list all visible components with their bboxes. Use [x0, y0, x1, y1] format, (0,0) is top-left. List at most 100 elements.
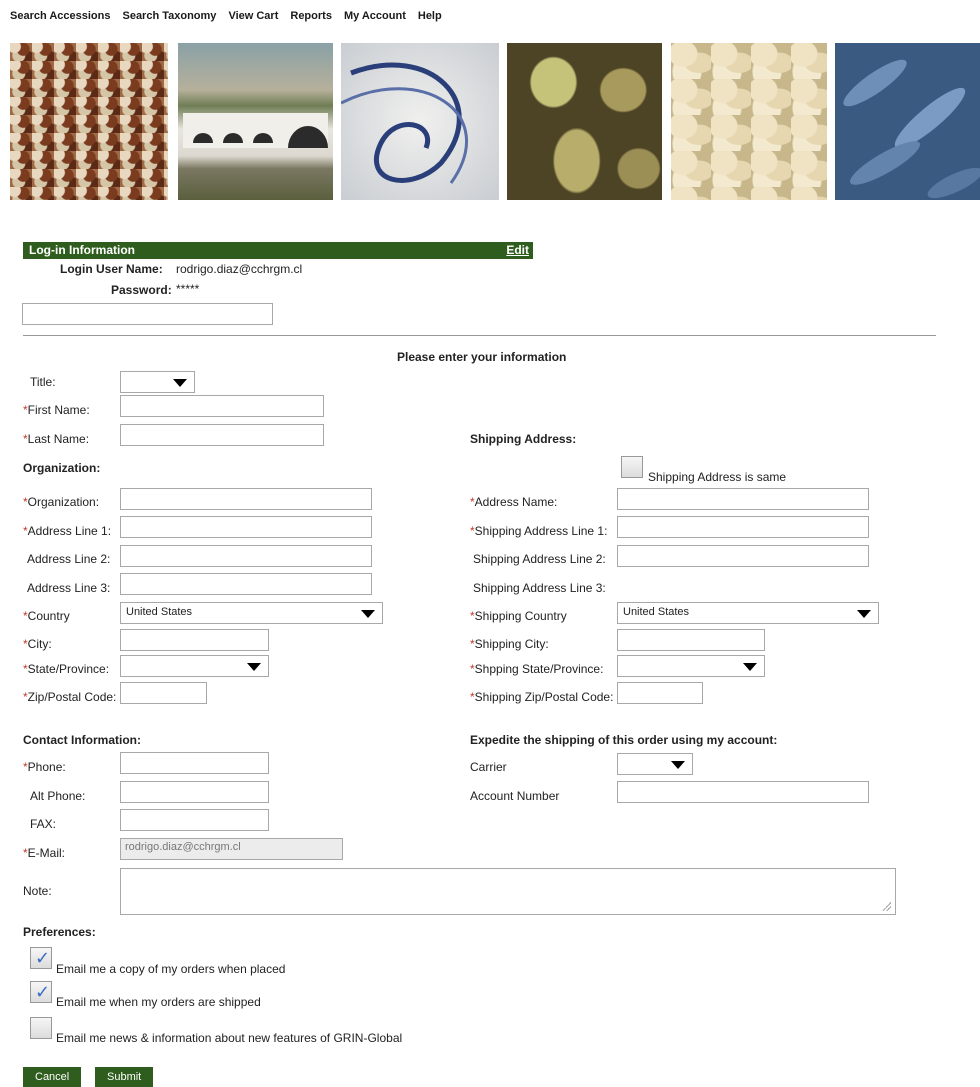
carrier-select[interactable]	[617, 753, 693, 775]
state-label: *State/Province:	[23, 662, 110, 676]
ship-city-input[interactable]	[617, 629, 765, 651]
pref-news-checkbox[interactable]	[30, 1017, 52, 1039]
login-username-value: rodrigo.diaz@cchrgm.cl	[176, 262, 303, 276]
nav-help[interactable]: Help	[418, 10, 442, 28]
login-edit-link[interactable]: Edit	[506, 243, 529, 257]
ship-address-line-2-label: Shipping Address Line 2:	[473, 552, 606, 566]
note-label: Note:	[23, 884, 52, 898]
ship-address-line-1-label: *Shipping Address Line 1:	[470, 524, 608, 538]
login-info-title: Log-in Information	[29, 243, 135, 257]
last-name-label: *Last Name:	[23, 432, 90, 446]
ship-address-line-3-label: Shipping Address Line 3:	[473, 581, 606, 595]
address-line-3-label: Address Line 3:	[27, 581, 111, 595]
ship-address-line-1-input[interactable]	[617, 516, 869, 538]
account-number-label: Account Number	[470, 789, 560, 803]
nav-search-accessions[interactable]: Search Accessions	[10, 10, 110, 28]
ship-country-value: United States	[623, 606, 690, 618]
shipping-same-label: Shipping Address is same	[648, 470, 787, 484]
city-input[interactable]	[120, 629, 269, 651]
alt-phone-input[interactable]	[120, 781, 269, 803]
carrier-label: Carrier	[470, 760, 507, 774]
city-label: *City:	[23, 637, 52, 651]
nav-search-taxonomy[interactable]: Search Taxonomy	[122, 10, 216, 28]
zip-input[interactable]	[120, 682, 207, 704]
ship-address-line-2-input[interactable]	[617, 545, 869, 567]
account-number-input[interactable]	[617, 781, 869, 803]
pref-order-copy-checkbox[interactable]: ✓	[30, 947, 52, 969]
first-name-input[interactable]	[120, 395, 324, 417]
dropdown-arrow-icon	[361, 610, 375, 618]
login-info-header: Log-in Information Edit	[23, 242, 533, 259]
alt-phone-label: Alt Phone:	[30, 789, 86, 803]
cancel-button[interactable]: Cancel	[23, 1067, 82, 1087]
fax-label: FAX:	[30, 817, 57, 831]
dropdown-arrow-icon	[743, 663, 757, 671]
section-divider	[23, 335, 936, 336]
ship-zip-label: *Shipping Zip/Postal Code:	[470, 690, 614, 704]
submit-button[interactable]: Submit	[95, 1067, 154, 1087]
address-line-2-input[interactable]	[120, 545, 372, 567]
nav-reports[interactable]: Reports	[290, 10, 332, 28]
login-password-input[interactable]	[22, 303, 273, 325]
address-line-1-input[interactable]	[120, 516, 372, 538]
last-name-input[interactable]	[120, 424, 324, 446]
email-label: *E-Mail:	[23, 846, 66, 860]
title-label: Title:	[30, 375, 56, 389]
pref-order-copy-label: Email me a copy of my orders when placed	[56, 962, 286, 976]
nav-view-cart[interactable]: View Cart	[228, 10, 278, 28]
banner-seeds-image	[10, 43, 168, 200]
phone-input[interactable]	[120, 752, 269, 774]
fax-input[interactable]	[120, 809, 269, 831]
dropdown-arrow-icon	[173, 379, 187, 387]
banner-beans-image	[507, 43, 662, 200]
ship-state-label: *Shpping State/Province:	[470, 662, 604, 676]
ship-country-select[interactable]: United States	[617, 602, 879, 624]
country-select[interactable]: United States	[120, 602, 383, 624]
ship-name-input[interactable]	[617, 488, 869, 510]
country-value: United States	[126, 606, 193, 618]
banner-spores-image	[835, 43, 980, 200]
dropdown-arrow-icon	[671, 761, 685, 769]
banner-image-strip	[10, 43, 980, 200]
shipping-section-heading: Shipping Address:	[470, 432, 577, 446]
form-title: Please enter your information	[397, 350, 567, 364]
state-select[interactable]	[120, 655, 269, 677]
login-password-value: *****	[176, 282, 200, 296]
title-select[interactable]	[120, 371, 195, 393]
banner-building-image	[178, 43, 333, 200]
contact-section-heading: Contact Information:	[23, 733, 141, 747]
ship-country-label: *Shipping Country	[470, 609, 567, 623]
email-input[interactable]: rodrigo.diaz@cchrgm.cl	[120, 838, 343, 860]
ship-state-select[interactable]	[617, 655, 765, 677]
nav-my-account[interactable]: My Account	[344, 10, 406, 28]
address-line-3-input[interactable]	[120, 573, 372, 595]
dropdown-arrow-icon	[247, 663, 261, 671]
address-line-2-label: Address Line 2:	[27, 552, 111, 566]
organization-section-heading: Organization:	[23, 461, 101, 475]
top-nav: Search Accessions Search Taxonomy View C…	[10, 10, 442, 28]
organization-label: *Organization:	[23, 495, 100, 509]
expedite-section-heading: Expedite the shipping of this order usin…	[470, 733, 778, 747]
ship-city-label: *Shipping City:	[470, 637, 549, 651]
ship-name-label: *Address Name:	[470, 495, 558, 509]
address-line-1-label: *Address Line 1:	[23, 524, 112, 538]
pref-order-shipped-checkbox[interactable]: ✓	[30, 981, 52, 1003]
banner-flakes-image	[671, 43, 827, 200]
ship-zip-input[interactable]	[617, 682, 703, 704]
resize-grip-icon[interactable]	[881, 901, 891, 911]
dropdown-arrow-icon	[857, 610, 871, 618]
pref-news-label: Email me news & information about new fe…	[56, 1031, 403, 1045]
phone-label: *Phone:	[23, 760, 66, 774]
checkmark-icon: ✓	[35, 982, 51, 1002]
note-textarea[interactable]	[120, 868, 896, 915]
pref-order-shipped-label: Email me when my orders are shipped	[56, 995, 261, 1009]
organization-input[interactable]	[120, 488, 372, 510]
first-name-label: *First Name:	[23, 403, 90, 417]
shipping-same-checkbox[interactable]	[621, 456, 643, 478]
login-username-label: Login User Name:	[60, 262, 163, 276]
banner-microscope-image	[341, 43, 499, 200]
zip-label: *Zip/Postal Code:	[23, 690, 117, 704]
login-password-label: Password:	[111, 283, 172, 297]
preferences-heading: Preferences:	[23, 925, 96, 939]
country-label: *Country	[23, 609, 70, 623]
